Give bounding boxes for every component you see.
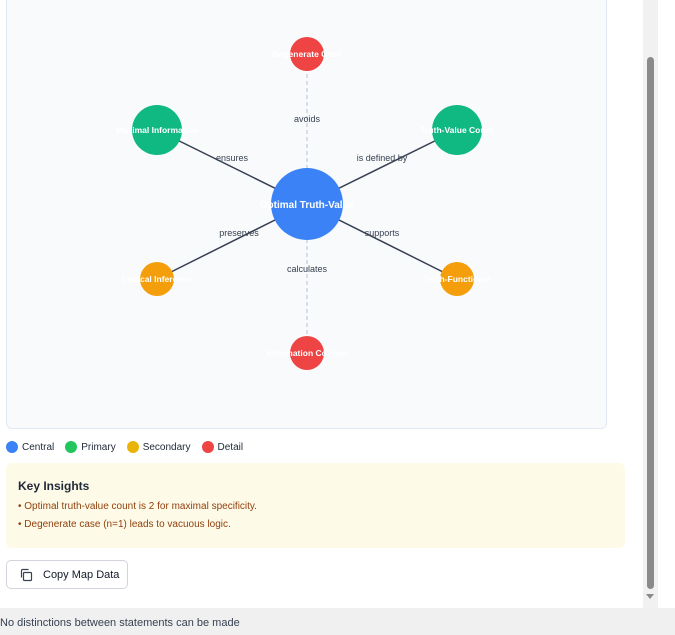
copy-map-data-label: Copy Map Data xyxy=(43,568,120,581)
legend-label-secondary: Secondary xyxy=(142,441,191,453)
node-label-functional: Truth-Functional xyxy=(423,274,490,284)
node-truthcount[interactable]: Truth-Value Count xyxy=(420,105,494,155)
legend-item-central: Central xyxy=(6,441,54,453)
window-edge xyxy=(658,0,675,608)
legend-dot-central xyxy=(6,441,18,453)
status-text: No distinctions between statements can b… xyxy=(0,617,240,629)
mind-map-canvas[interactable]: avoids ensures is defined by preserves suppo… xyxy=(6,0,607,429)
mind-map-panel: avoids ensures is defined by preserves suppo… xyxy=(0,0,658,608)
edge-label-functional: supports xyxy=(365,228,400,238)
legend-dot-detail xyxy=(201,441,214,453)
node-degenerate[interactable]: Degenerate Case xyxy=(273,37,342,71)
status-bar: No distinctions between statements can b… xyxy=(0,608,675,635)
legend-label-detail: Detail xyxy=(217,441,244,453)
copy-icon xyxy=(20,568,33,581)
legend-item-primary: Primary xyxy=(65,441,116,453)
node-label-information: Information Content xyxy=(266,348,347,358)
legend-dot-secondary xyxy=(126,441,139,453)
insight-item: • Optimal truth-value count is 2 for max… xyxy=(18,501,257,512)
node-label-truthcount: Truth-Value Count xyxy=(420,125,493,135)
node-information[interactable]: Information Content xyxy=(266,336,348,370)
node-central[interactable]: Optimal Truth-Value xyxy=(260,168,355,240)
legend-label-central: Central xyxy=(22,441,55,453)
copy-map-data-button[interactable]: Copy Map Data xyxy=(6,560,128,589)
vertical-scrollbar[interactable] xyxy=(643,0,658,608)
edge-label-information: calculates xyxy=(287,264,328,274)
edge-label-logical: preserves xyxy=(219,228,259,238)
node-label-logical: Logical Inference xyxy=(122,274,192,284)
key-insights-box: Key Insights • Optimal truth-value count… xyxy=(6,463,625,548)
edge-label-truthcount: is defined by xyxy=(357,153,408,163)
legend-label-primary: Primary xyxy=(81,441,116,453)
edge-label-maximal: ensures xyxy=(216,153,249,163)
key-insights-title: Key Insights xyxy=(18,479,90,493)
scroll-down-arrow-icon[interactable] xyxy=(646,594,654,599)
edge-label-degenerate: avoids xyxy=(294,114,321,124)
scrollbar-thumb[interactable] xyxy=(647,57,654,589)
node-label-degenerate: Degenerate Case xyxy=(273,49,342,59)
legend-item-secondary: Secondary xyxy=(126,441,191,453)
legend: Central Primary Secondary Detail xyxy=(6,439,254,455)
node-label-maximal: Maximal Information xyxy=(116,125,199,135)
insight-item: • Degenerate case (n=1) leads to vacuous… xyxy=(18,519,231,530)
legend-item-detail: Detail xyxy=(201,441,244,453)
mind-map-svg: avoids ensures is defined by preserves suppo… xyxy=(116,37,494,370)
node-label-central: Optimal Truth-Value xyxy=(260,200,355,211)
node-maximal[interactable]: Maximal Information xyxy=(116,105,199,155)
legend-dot-primary xyxy=(65,441,78,453)
